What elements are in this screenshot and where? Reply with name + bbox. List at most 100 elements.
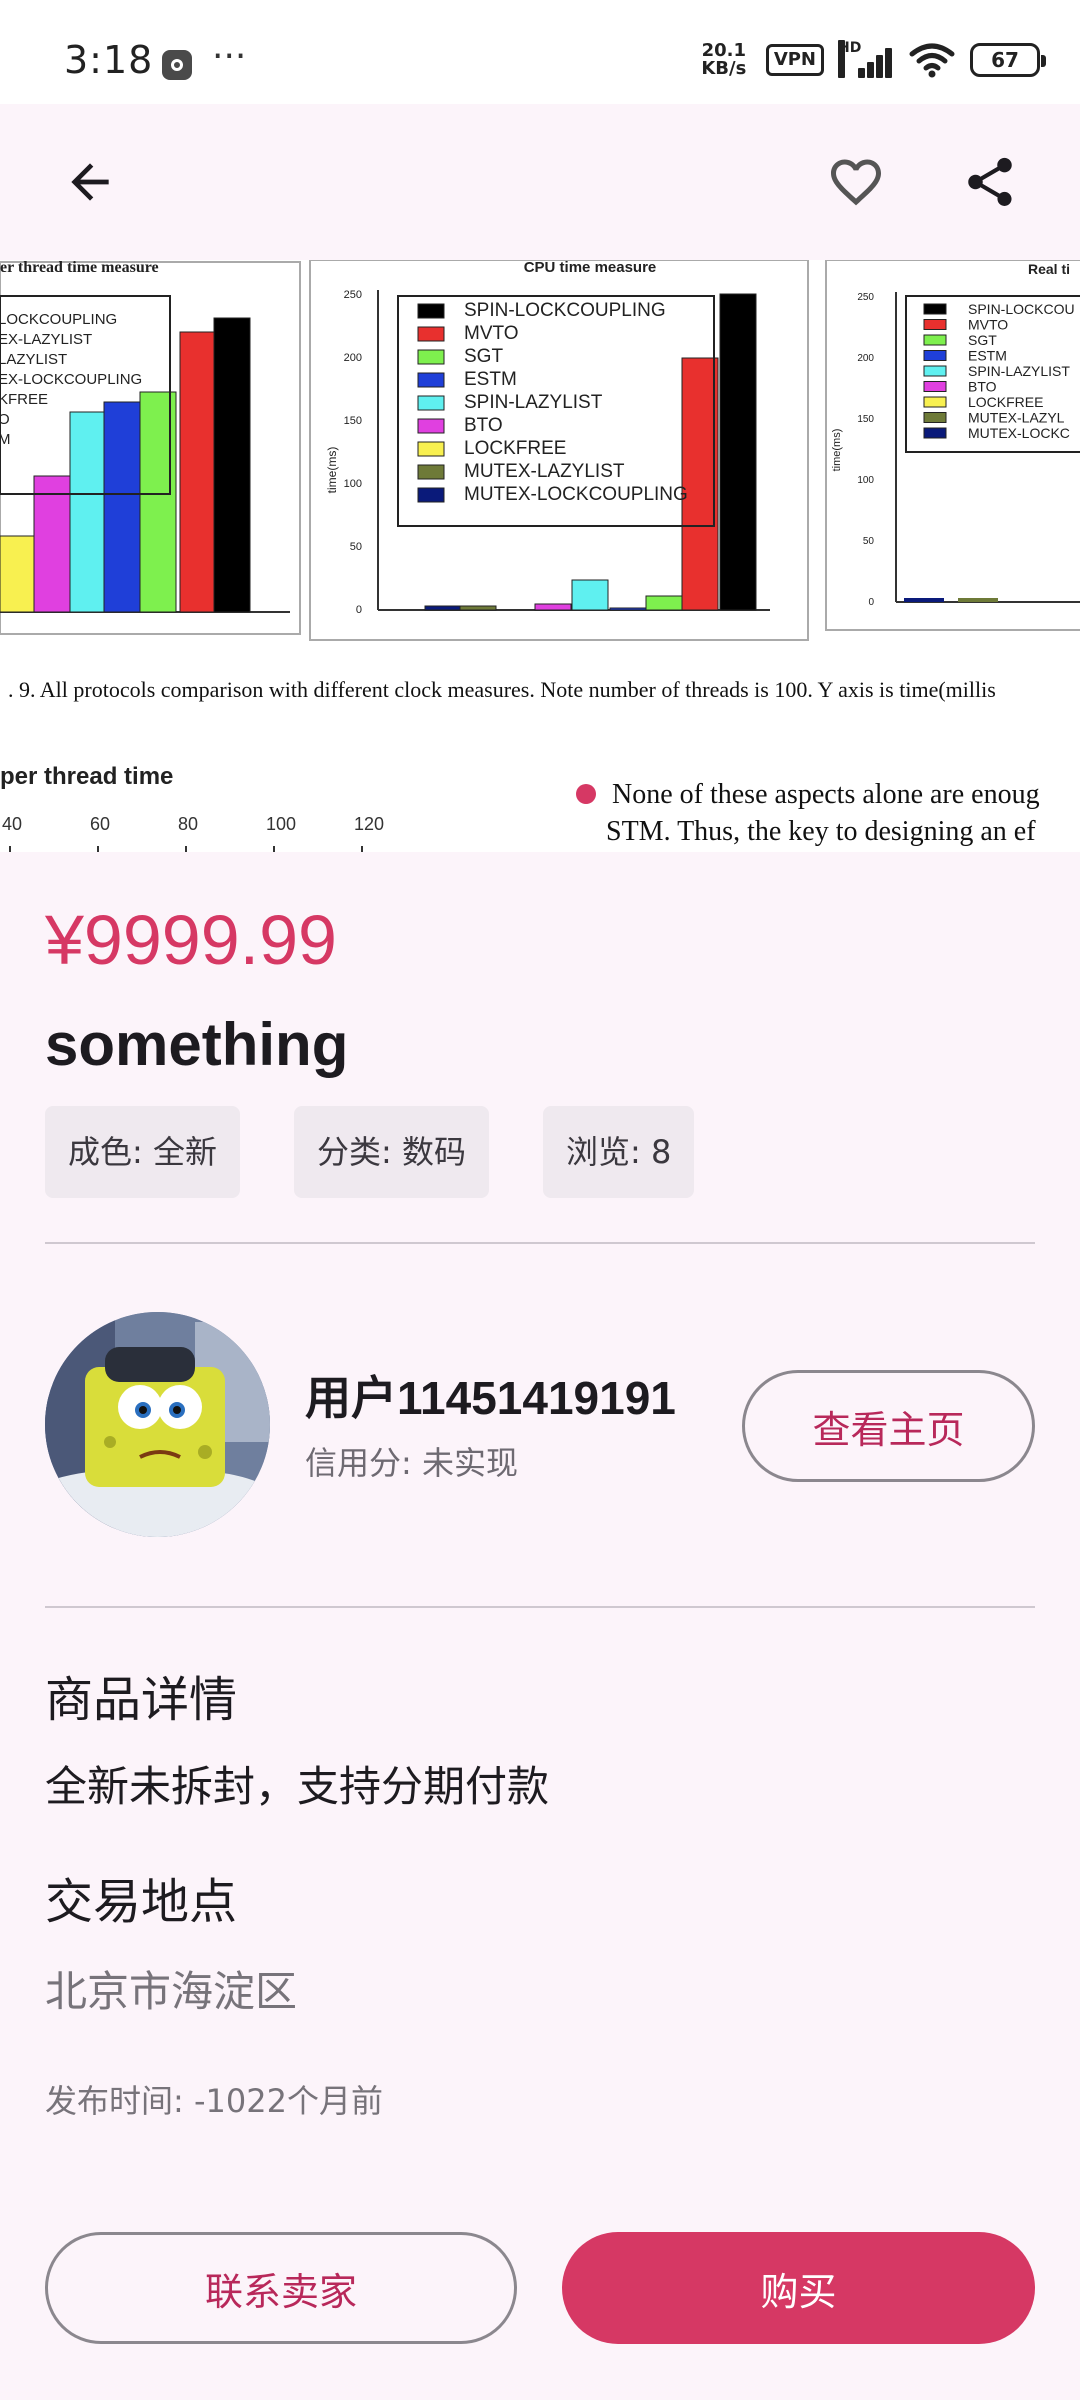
chart-right-legend-swatch — [923, 350, 947, 361]
chart-mid-legend-label: SGT — [464, 346, 503, 367]
chart-right-title: Real ti — [1028, 261, 1070, 277]
chart-left-bar — [103, 401, 141, 613]
chart-right-legend-label: BTO — [968, 379, 997, 395]
chart-mid-legend-label: BTO — [464, 415, 503, 436]
tag-category: 分类: 数码 — [294, 1106, 489, 1198]
chart-right-ytick: 150 — [857, 414, 874, 425]
network-speed: 20.1 KB/s — [696, 42, 752, 78]
product-title: something — [45, 1011, 349, 1078]
product-image-chart: er thread time measure LOCKCOUPLING EX-LA… — [0, 260, 1080, 852]
chart-mid-bar — [424, 605, 462, 611]
chart-right-legend-label: SPIN-LAZYLIST — [968, 363, 1070, 379]
chart-right-legend-label: SPIN-LOCKCOU — [968, 301, 1075, 317]
chart-mid-legend-label: MUTEX-LAZYLIST — [464, 461, 625, 482]
chart-mid-legend-swatch — [417, 464, 445, 480]
notification-icon — [162, 50, 192, 80]
chart-right-legend-swatch — [923, 427, 947, 439]
chart-right-ytick: 200 — [857, 353, 874, 364]
chart-left-legend-label: EX-LOCKCOUPLING — [0, 371, 142, 388]
chart-left-bar — [69, 411, 107, 613]
tag-views: 浏览: 8 — [543, 1106, 695, 1198]
chart-mid-legend-swatch — [417, 372, 445, 388]
cell-signal-icon: HD — [838, 40, 894, 80]
chart-right-bar — [904, 598, 944, 602]
contact-seller-button[interactable]: 联系卖家 — [45, 2232, 517, 2344]
chart-mid-bar — [645, 595, 683, 611]
arrow-back-icon — [71, 163, 109, 201]
sub-chart-tick: 40 — [2, 814, 22, 834]
chart-right-legend-label: MVTO — [968, 317, 1008, 333]
chart-left-title: er thread time measure — [0, 260, 159, 276]
chart-mid-ytick: 0 — [356, 604, 362, 616]
chart-mid-legend-swatch — [417, 441, 445, 457]
chart-right-legend-swatch — [923, 381, 947, 392]
product-image[interactable]: er thread time measure LOCKCOUPLING EX-LA… — [0, 260, 1080, 852]
more-notifications-icon: ··· — [212, 36, 247, 77]
chart-mid-legend-label: SPIN-LAZYLIST — [464, 392, 603, 413]
heart-outline-icon — [831, 159, 881, 206]
bullet-text-line-2: STM. Thus, the key to designing an ef — [606, 816, 1036, 847]
chart-right-ytick: 0 — [868, 597, 874, 608]
view-profile-button[interactable]: 查看主页 — [742, 1370, 1035, 1482]
chart-mid-legend-swatch — [417, 349, 445, 365]
favorite-button[interactable] — [808, 134, 904, 230]
battery-icon: 67 — [970, 43, 1046, 77]
buy-button[interactable]: 购买 — [562, 2232, 1035, 2344]
chart-mid-ytick: 250 — [344, 289, 362, 301]
chart-right-legend-label: SGT — [968, 332, 997, 348]
chart-right-legend-swatch — [923, 365, 947, 377]
seller-avatar[interactable] — [45, 1312, 270, 1537]
chart-mid-legend-swatch — [417, 487, 445, 503]
chart-right-ytick: 50 — [863, 536, 875, 547]
app-bar — [0, 104, 1080, 260]
sub-chart-heading: per thread time — [0, 763, 173, 790]
chart-right-legend-swatch — [923, 412, 947, 423]
status-icons: 20.1 KB/s VPN HD 67 — [696, 38, 1046, 82]
product-price: ¥9999.99 — [45, 901, 337, 979]
chart-left-bar — [33, 475, 71, 613]
chart-mid-legend-label: SPIN-LOCKCOUPLING — [464, 300, 666, 321]
location-heading: 交易地点 — [45, 1874, 238, 1930]
vpn-icon: VPN — [765, 44, 824, 76]
chart-left-legend-label: EX-LAZYLIST — [0, 331, 92, 348]
chart-mid-legend-swatch — [417, 303, 445, 319]
chart-mid-ylabel: time(ms) — [325, 447, 339, 494]
chart-left-legend-label: KFREE — [0, 391, 48, 408]
chart-right-legend-swatch — [923, 303, 947, 315]
divider — [45, 1606, 1035, 1608]
chart-left-legend-label: O — [0, 411, 10, 428]
publish-time: 发布时间: -1022个月前 — [45, 2082, 383, 2120]
figure-caption: . 9. All protocols comparison with diffe… — [8, 677, 996, 702]
chart-right-legend-swatch — [923, 319, 947, 330]
chart-mid-bar — [534, 603, 572, 611]
chart-mid-ytick: 100 — [344, 478, 362, 490]
share-button[interactable] — [942, 134, 1038, 230]
chart-left-panel: er thread time measure LOCKCOUPLING EX-LA… — [0, 260, 301, 635]
chart-mid-legend-label: LOCKFREE — [464, 438, 566, 459]
chart-mid-bar — [609, 607, 647, 611]
chart-right-ytick: 250 — [857, 292, 874, 303]
back-button[interactable] — [42, 134, 138, 230]
chart-right-panel: Real ti time(ms) 250 200 150 100 50 0 SPIN-LO… — [825, 260, 1080, 631]
wifi-icon — [909, 43, 955, 78]
chart-left-bar — [0, 535, 37, 613]
signal-hd-label: HD — [838, 40, 861, 78]
product-description: 全新未拆封，支持分期付款 — [45, 1762, 550, 1811]
chart-right-bar — [958, 598, 998, 602]
bullet-text-line-1: None of these aspects alone are enoug — [612, 779, 1040, 810]
chart-mid-title: CPU time measure — [524, 260, 657, 276]
chart-mid-ytick: 50 — [350, 541, 362, 553]
chart-right-ylabel: time(ms) — [831, 429, 843, 472]
network-speed-unit: KB/s — [701, 58, 747, 79]
sub-chart-tick: 120 — [354, 814, 384, 834]
chart-right-legend-label: ESTM — [968, 348, 1007, 364]
chart-mid-legend-swatch — [417, 418, 445, 434]
divider — [45, 1242, 1035, 1244]
chart-mid-legend-label: MVTO — [464, 323, 519, 344]
chart-right-legend-label: MUTEX-LAZYL — [968, 410, 1065, 426]
share-icon — [968, 157, 1012, 206]
chart-left-legend-label: LOCKCOUPLING — [0, 311, 117, 328]
seller-name[interactable]: 用户11451419191 — [305, 1362, 676, 1428]
chart-mid-bar — [719, 293, 757, 611]
chart-mid-ytick: 150 — [344, 415, 362, 427]
